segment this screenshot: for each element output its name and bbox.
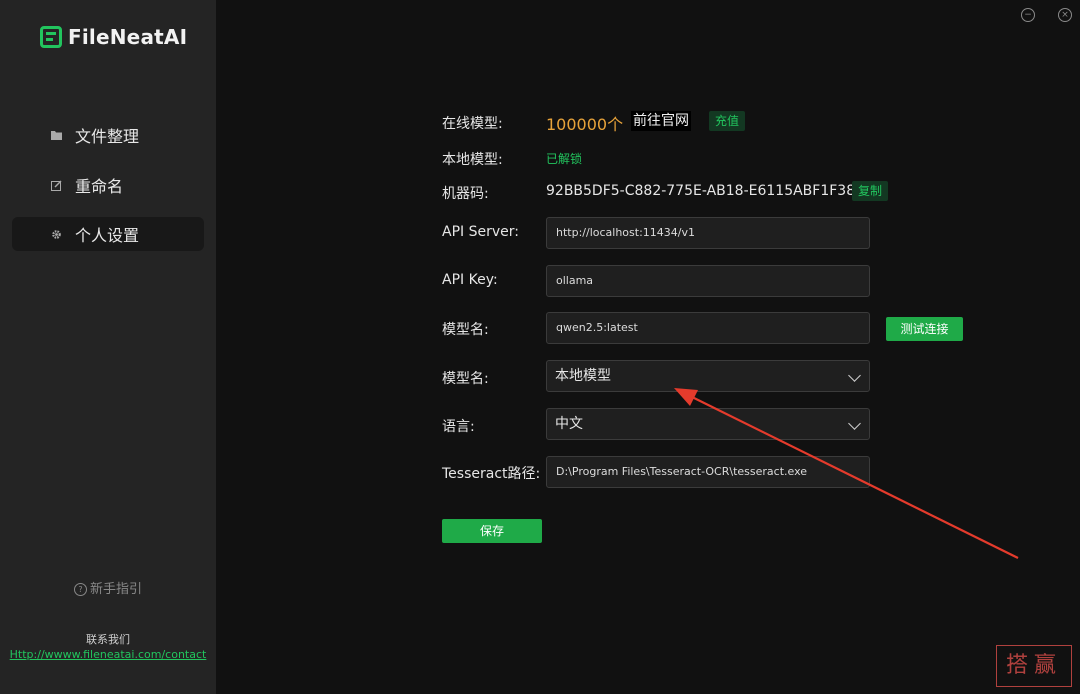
watermark-text: 搭赢 xyxy=(1005,653,1062,678)
annotation-arrow xyxy=(674,388,1019,559)
watermark-stamp: 搭赢 xyxy=(996,645,1072,687)
